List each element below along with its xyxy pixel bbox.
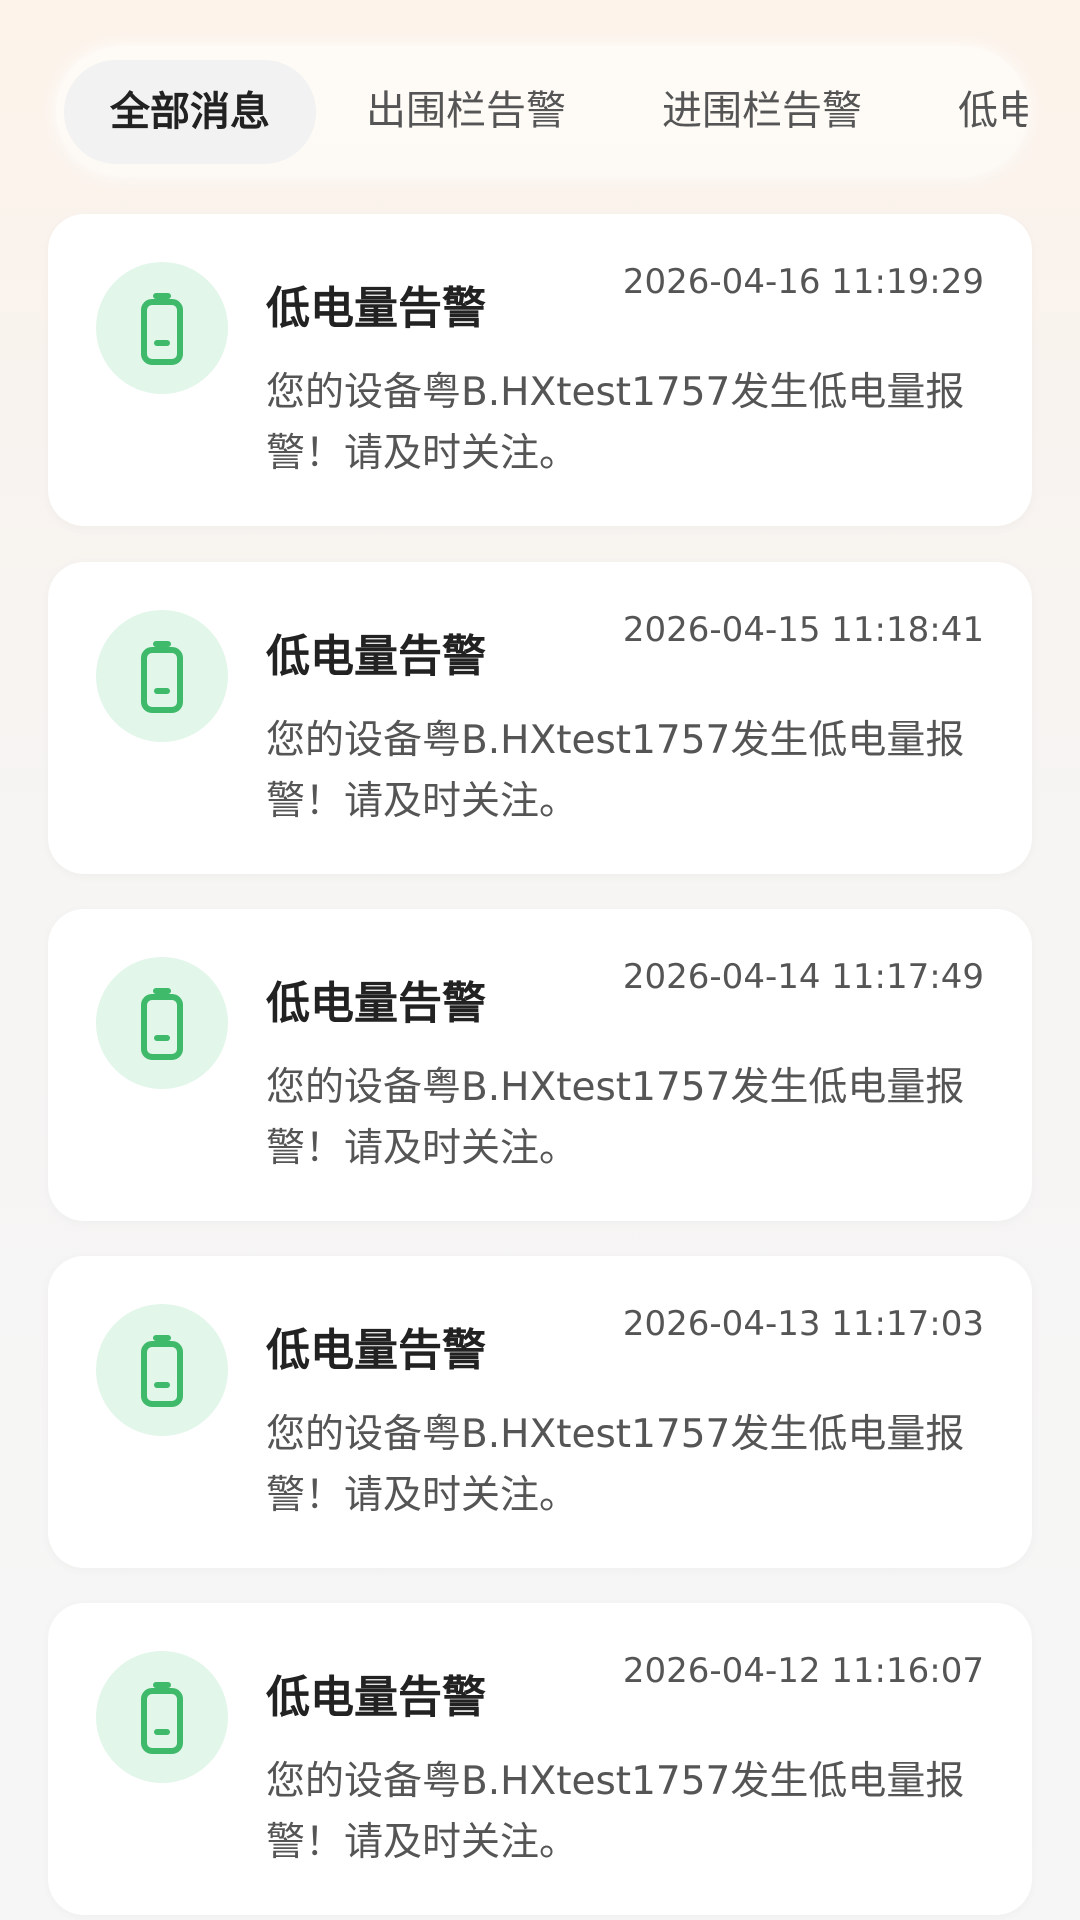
- message-card[interactable]: 低电量告警 2026-04-16 11:19:29 您的设备粤B.HXtest1…: [48, 214, 1032, 526]
- message-card[interactable]: 低电量告警 2026-04-14 11:17:49 您的设备粤B.HXtest1…: [48, 909, 1032, 1221]
- message-timestamp: 2026-04-15 11:18:41: [622, 610, 984, 650]
- message-body: 您的设备粤B.HXtest1757发生低电量报警！请及时关注。: [266, 718, 965, 824]
- message-timestamp: 2026-04-13 11:17:03: [622, 1304, 984, 1344]
- tab-all-messages[interactable]: 全部消息: [64, 60, 316, 164]
- tab-enter-fence-alarm[interactable]: 进围栏告警: [662, 46, 862, 176]
- message-timestamp: 2026-04-14 11:17:49: [622, 957, 984, 997]
- message-body: 您的设备粤B.HXtest1757发生低电量报警！请及时关注。: [266, 1412, 965, 1518]
- message-body: 您的设备粤B.HXtest1757发生低电量报警！请及时关注。: [266, 370, 965, 476]
- message-title: 低电量告警: [266, 1672, 486, 1723]
- battery-icon-badge: [96, 1304, 228, 1436]
- message-title: 低电量告警: [266, 978, 486, 1029]
- battery-icon-badge: [96, 262, 228, 394]
- tab-low-battery[interactable]: 低电: [958, 46, 1028, 176]
- battery-low-icon: [141, 293, 183, 365]
- battery-icon-badge: [96, 610, 228, 742]
- battery-low-icon: [141, 1335, 183, 1407]
- tab-exit-fence-alarm[interactable]: 出围栏告警: [366, 46, 566, 176]
- message-body: 您的设备粤B.HXtest1757发生低电量报警！请及时关注。: [266, 1065, 965, 1171]
- message-tab-bar: 全部消息 出围栏告警 进围栏告警 低电: [56, 46, 1028, 176]
- battery-icon-badge: [96, 957, 228, 1089]
- message-timestamp: 2026-04-16 11:19:29: [622, 262, 984, 302]
- message-card[interactable]: 低电量告警 2026-04-12 11:16:07 您的设备粤B.HXtest1…: [48, 1603, 1032, 1915]
- battery-icon-badge: [96, 1651, 228, 1783]
- battery-low-icon: [141, 1682, 183, 1754]
- message-card[interactable]: 低电量告警 2026-04-13 11:17:03 您的设备粤B.HXtest1…: [48, 1256, 1032, 1568]
- message-title: 低电量告警: [266, 631, 486, 682]
- message-title: 低电量告警: [266, 283, 486, 334]
- message-body: 您的设备粤B.HXtest1757发生低电量报警！请及时关注。: [266, 1759, 965, 1865]
- battery-low-icon: [141, 641, 183, 713]
- message-title: 低电量告警: [266, 1325, 486, 1376]
- battery-low-icon: [141, 988, 183, 1060]
- message-timestamp: 2026-04-12 11:16:07: [622, 1651, 984, 1691]
- message-card[interactable]: 低电量告警 2026-04-15 11:18:41 您的设备粤B.HXtest1…: [48, 562, 1032, 874]
